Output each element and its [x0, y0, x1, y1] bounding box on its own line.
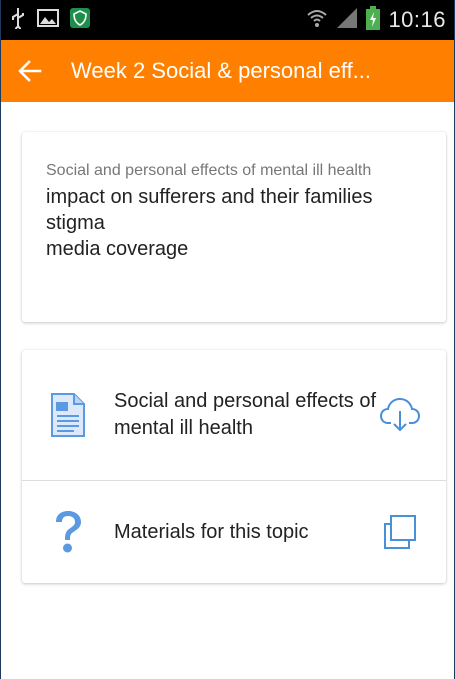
back-button[interactable] [15, 56, 45, 86]
summary-line: media coverage [46, 238, 189, 260]
download-button[interactable] [378, 397, 422, 433]
open-materials-button[interactable] [378, 515, 422, 549]
list-item-label: Materials for this topic [114, 520, 309, 543]
app-bar: Week 2 Social & personal eff... [1, 40, 454, 102]
shield-icon [69, 7, 91, 34]
summary-line: stigma [46, 212, 105, 234]
content-area: Social and personal effects of mental il… [1, 102, 454, 583]
status-time: 10:16 [388, 7, 446, 32]
page-title: Week 2 Social & personal eff... [71, 58, 372, 83]
copy-icon [384, 515, 416, 549]
list-item-document[interactable]: Social and personal effects of mental il… [22, 350, 446, 481]
document-icon [46, 392, 90, 438]
signal-icon [336, 7, 358, 34]
summary-line: impact on sufferers and their families [46, 186, 373, 208]
arrow-left-icon [18, 60, 42, 82]
question-icon [46, 510, 90, 554]
wifi-icon [306, 7, 328, 34]
battery-charging-icon [366, 5, 381, 35]
cloud-download-icon [380, 397, 420, 432]
list-item-materials[interactable]: Materials for this topic [22, 481, 446, 583]
topic-summary-card: Social and personal effects of mental il… [22, 132, 446, 322]
summary-heading: Social and personal effects of mental il… [46, 162, 372, 179]
image-icon [37, 8, 59, 33]
resource-list: Social and personal effects of mental il… [22, 350, 446, 583]
usb-icon [9, 7, 27, 34]
app-screen: 10:16 Week 2 Social & personal eff... So… [0, 0, 455, 679]
status-bar: 10:16 [1, 0, 454, 40]
list-item-label: Social and personal effects of mental il… [114, 390, 377, 439]
